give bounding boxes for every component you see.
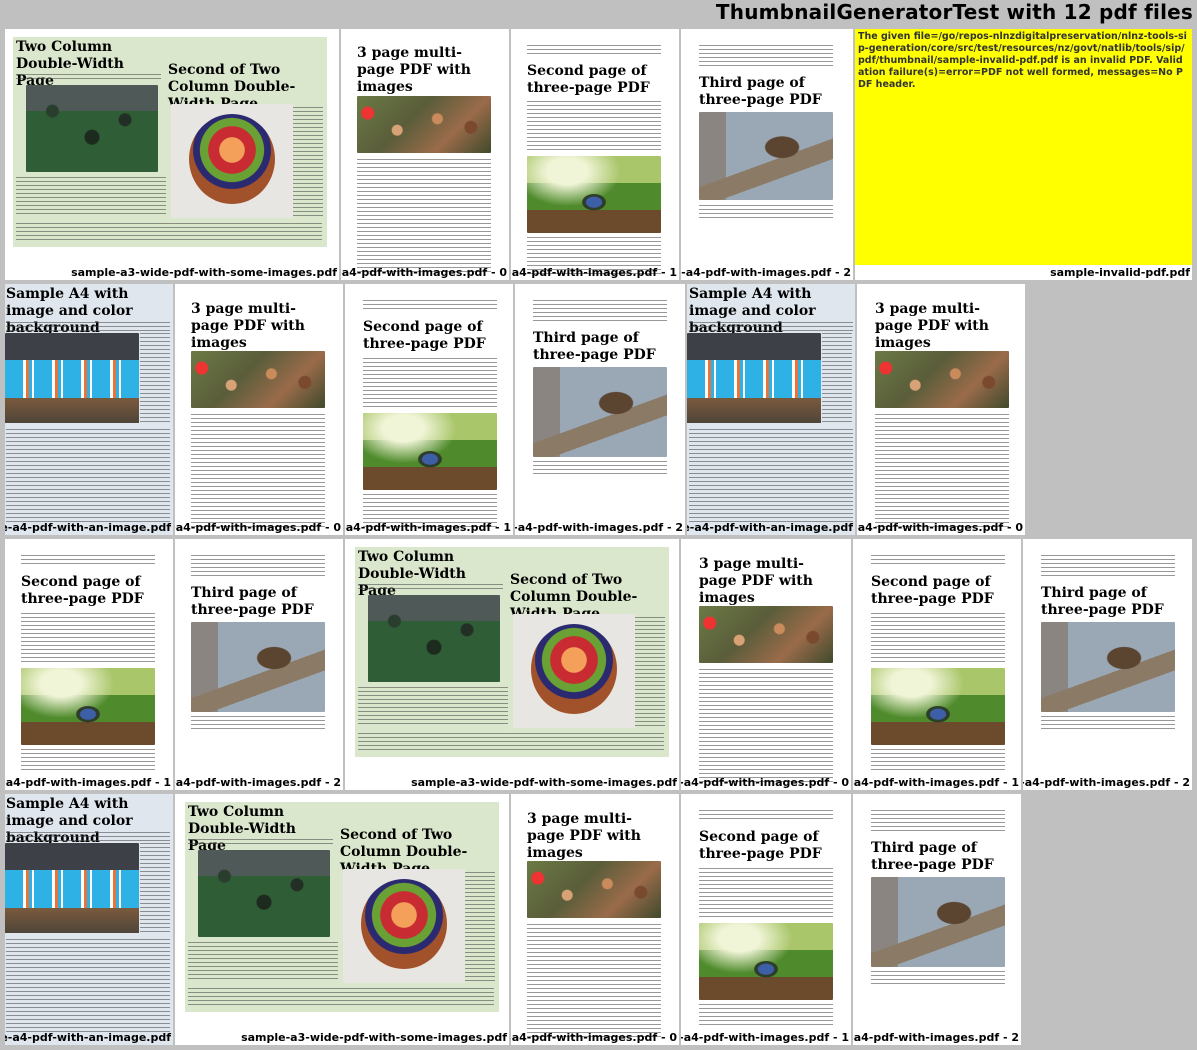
beach-huts-image — [687, 333, 821, 423]
page-title: 3 page multi-page PDF with images — [875, 301, 989, 351]
owl-image — [1041, 622, 1175, 712]
thumbnail-caption: ge-a4-pdf-with-images.pdf - 2 — [681, 266, 851, 279]
page-title: Second page of three-page PDF — [699, 829, 822, 862]
thumbnail-tile[interactable]: Second page of three-page PDF ge-a4-pdf-… — [681, 794, 851, 1045]
fruit-bowl-image — [513, 614, 635, 728]
crowd-image — [191, 351, 325, 408]
hobbit-house-image — [527, 156, 661, 233]
page-title: 3 page multi-page PDF with images — [357, 45, 471, 95]
page-title: Second page of three-page PDF — [21, 574, 144, 607]
thumbnail-caption: ge-a4-pdf-with-images.pdf - 2 — [175, 776, 341, 789]
page-title: Second page of three-page PDF — [871, 574, 994, 607]
thumbnail-caption: sample-a3-wide-pdf-with-some-images.pdf — [71, 266, 337, 279]
thumbnail-tile[interactable]: Sample A4 with image and color backgroun… — [687, 284, 855, 535]
rugby-image — [26, 85, 158, 172]
error-message: The given file=/go/repos-nlnzdigitalpres… — [858, 31, 1187, 90]
thumbnail-caption: ple-a4-pdf-with-an-image.pdf — [687, 521, 853, 534]
thumbnail-caption: sample-a3-wide-pdf-with-some-images.pdf — [411, 776, 677, 789]
page-title: Third page of three-page PDF — [533, 330, 656, 363]
page-preview: Two Column Double-Width Page Second of T… — [185, 802, 499, 1012]
thumbnail-tile[interactable]: Second page of three-page PDF ge-a4-pdf-… — [5, 539, 173, 790]
thumbnail-tile[interactable]: Third page of three-page PDF ge-a4-pdf-w… — [515, 284, 685, 535]
thumbnail-caption: ge-a4-pdf-with-images.pdf - 0 — [511, 1031, 677, 1044]
thumbnail-caption: ple-a4-pdf-with-an-image.pdf — [5, 1031, 171, 1044]
thumbnail-tile[interactable]: Second page of three-page PDF ge-a4-pdf-… — [511, 29, 679, 280]
thumbnail-tile[interactable]: Two Column Double-Width Page Second of T… — [5, 29, 339, 280]
thumbnail-caption: sample-invalid-pdf.pdf — [1050, 266, 1190, 279]
crowd-image — [875, 351, 1009, 408]
thumbnail-caption: ge-a4-pdf-with-images.pdf - 1 — [511, 266, 677, 279]
owl-image — [871, 877, 1005, 967]
thumbnail-tile[interactable]: 3 page multi-page PDF with images ge-a4-… — [175, 284, 343, 535]
beach-huts-image — [5, 843, 139, 933]
error-panel: The given file=/go/repos-nlnzdigitalpres… — [855, 29, 1192, 265]
window-title: ThumbnailGeneratorTest with 12 pdf files — [715, 0, 1193, 24]
thumbnail-caption: ge-a4-pdf-with-images.pdf - 0 — [681, 776, 849, 789]
fruit-bowl-image — [171, 104, 293, 218]
thumbnail-tile[interactable]: 3 page multi-page PDF with images ge-a4-… — [511, 794, 679, 1045]
thumbnail-caption: ple-a4-pdf-with-an-image.pdf — [5, 521, 171, 534]
page-title: 3 page multi-page PDF with images — [527, 811, 641, 861]
thumbnail-tile[interactable]: Sample A4 with image and color backgroun… — [5, 284, 173, 535]
page-preview: Two Column Double-Width Page Second of T… — [13, 37, 327, 247]
page-preview: Two Column Double-Width Page Second of T… — [355, 547, 669, 757]
thumbnail-tile[interactable]: Third page of three-page PDF ge-a4-pdf-w… — [1023, 539, 1192, 790]
thumbnail-caption: ge-a4-pdf-with-images.pdf - 1 — [5, 776, 171, 789]
rugby-image — [198, 850, 330, 937]
thumbnail-caption: ge-a4-pdf-with-images.pdf - 1 — [345, 521, 511, 534]
beach-huts-image — [5, 333, 139, 423]
thumbnail-tile[interactable]: Two Column Double-Width Page Second of T… — [345, 539, 679, 790]
thumbnail-tile[interactable]: The given file=/go/repos-nlnzdigitalpres… — [855, 29, 1192, 280]
thumbnail-caption: ge-a4-pdf-with-images.pdf - 0 — [857, 521, 1023, 534]
owl-image — [191, 622, 325, 712]
thumbnail-caption: sample-a3-wide-pdf-with-some-images.pdf — [241, 1031, 507, 1044]
thumbnail-caption: ge-a4-pdf-with-images.pdf - 1 — [853, 776, 1019, 789]
owl-image — [699, 112, 833, 200]
rugby-image — [368, 595, 500, 682]
crowd-image — [527, 861, 661, 918]
thumbnail-caption: ge-a4-pdf-with-images.pdf - 0 — [341, 266, 507, 279]
page-title: Third page of three-page PDF — [191, 585, 314, 618]
page-title: Third page of three-page PDF — [1041, 585, 1164, 618]
thumbnail-tile[interactable]: Second page of three-page PDF ge-a4-pdf-… — [853, 539, 1021, 790]
page-title: 3 page multi-page PDF with images — [191, 301, 305, 351]
owl-image — [533, 367, 667, 457]
thumbnail-caption: ge-a4-pdf-with-images.pdf - 0 — [175, 521, 341, 534]
page-title: Second page of three-page PDF — [527, 63, 650, 96]
thumbnail-caption: ge-a4-pdf-with-images.pdf - 2 — [1023, 776, 1190, 789]
thumbnail-tile[interactable]: 3 page multi-page PDF with images ge-a4-… — [341, 29, 509, 280]
hobbit-house-image — [363, 413, 497, 490]
fruit-bowl-image — [343, 869, 465, 983]
page-title: Third page of three-page PDF — [699, 75, 822, 108]
page-title: Two Column Double-Width Page — [16, 39, 124, 89]
thumbnail-tile[interactable]: Two Column Double-Width Page Second of T… — [175, 794, 509, 1045]
hobbit-house-image — [871, 668, 1005, 745]
page-title: Second page of three-page PDF — [363, 319, 486, 352]
thumbnail-tile[interactable]: Third page of three-page PDF ge-a4-pdf-w… — [175, 539, 343, 790]
thumbnail-tile[interactable]: Third page of three-page PDF ge-a4-pdf-w… — [681, 29, 853, 280]
page-title: 3 page multi-page PDF with images — [699, 556, 813, 606]
page-title: Third page of three-page PDF — [871, 840, 994, 873]
thumbnail-caption: ge-a4-pdf-with-images.pdf - 2 — [853, 1031, 1019, 1044]
thumbnail-tile[interactable]: 3 page multi-page PDF with images ge-a4-… — [857, 284, 1025, 535]
hobbit-house-image — [699, 923, 833, 1000]
thumbnail-caption: ge-a4-pdf-with-images.pdf - 2 — [515, 521, 683, 534]
page-title: Two Column Double-Width Page — [188, 804, 296, 854]
thumbnail-tile[interactable]: Third page of three-page PDF ge-a4-pdf-w… — [853, 794, 1021, 1045]
thumbnail-tile[interactable]: 3 page multi-page PDF with images ge-a4-… — [681, 539, 851, 790]
thumbnail-tile[interactable]: Sample A4 with image and color backgroun… — [5, 794, 173, 1045]
thumbnail-tile[interactable]: Second page of three-page PDF ge-a4-pdf-… — [345, 284, 513, 535]
crowd-image — [357, 96, 491, 153]
crowd-image — [699, 606, 833, 663]
hobbit-house-image — [21, 668, 155, 745]
thumbnail-caption: ge-a4-pdf-with-images.pdf - 1 — [681, 1031, 849, 1044]
page-title: Two Column Double-Width Page — [358, 549, 466, 599]
